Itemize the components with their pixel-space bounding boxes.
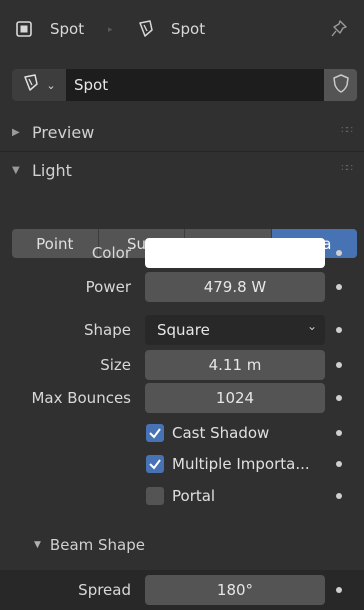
portal-label[interactable]: Portal xyxy=(172,485,215,507)
keyframe-dot-icon[interactable] xyxy=(336,284,342,290)
checkmark-icon xyxy=(149,459,161,470)
shape-value: Square xyxy=(157,321,210,339)
object-breadcrumb[interactable]: Spot xyxy=(16,18,84,40)
drag-grip-icon[interactable]: ∷∷ xyxy=(341,163,353,174)
subpanel-beam-shape-header[interactable]: ▼ Beam Shape xyxy=(0,527,364,563)
keyframe-dot-icon[interactable] xyxy=(336,327,342,333)
keyframe-dot-icon[interactable] xyxy=(336,461,342,467)
size-field[interactable]: 4.11 m xyxy=(145,350,325,380)
panel-preview-title: Preview xyxy=(32,122,95,142)
shape-dropdown[interactable]: Square ⌄ xyxy=(145,315,325,345)
power-label: Power xyxy=(85,278,131,296)
cast-shadow-label[interactable]: Cast Shadow xyxy=(172,422,269,444)
datablock-name-field[interactable]: Spot xyxy=(74,69,108,101)
shield-icon xyxy=(332,73,350,97)
keyframe-dot-icon[interactable] xyxy=(336,362,342,368)
panel-preview-header[interactable]: ▶ Preview xyxy=(0,114,364,150)
color-label: Color xyxy=(91,244,131,262)
spread-label: Spread xyxy=(78,581,131,599)
pin-icon[interactable] xyxy=(330,19,348,43)
expanded-triangle-icon: ▼ xyxy=(12,164,20,176)
object-name: Spot xyxy=(50,20,85,38)
subpanel-beam-shape-title: Beam Shape xyxy=(49,536,145,554)
drag-grip-icon[interactable]: ∷∷ xyxy=(341,125,353,136)
datablock-browse-button[interactable]: ⌄ xyxy=(12,69,66,101)
portal-checkbox[interactable] xyxy=(146,487,164,505)
keyframe-dot-icon[interactable] xyxy=(336,493,342,499)
max-bounces-field[interactable]: 1024 xyxy=(145,383,325,413)
breadcrumb-separator-icon: ▸ xyxy=(108,25,113,35)
color-swatch[interactable] xyxy=(145,238,325,268)
spot-light-icon xyxy=(22,73,42,97)
expanded-triangle-icon: ▼ xyxy=(34,540,41,550)
panel-light-title: Light xyxy=(32,160,72,180)
max-bounces-label: Max Bounces xyxy=(31,389,131,407)
keyframe-dot-icon[interactable] xyxy=(336,587,342,593)
chevron-down-icon: ⌄ xyxy=(306,319,317,333)
keyframe-dot-icon[interactable] xyxy=(336,250,342,256)
multiple-importance-label[interactable]: Multiple Importa... xyxy=(172,453,310,475)
shape-label: Shape xyxy=(84,321,131,339)
spot-light-icon xyxy=(137,19,157,39)
keyframe-dot-icon[interactable] xyxy=(336,430,342,436)
collapsed-triangle-icon: ▶ xyxy=(12,126,20,138)
checkmark-icon xyxy=(149,428,161,439)
fake-user-shield-button[interactable] xyxy=(324,69,357,101)
cast-shadow-checkbox[interactable] xyxy=(146,424,164,442)
object-icon xyxy=(16,21,32,37)
multiple-importance-checkbox[interactable] xyxy=(146,455,164,473)
keyframe-dot-icon[interactable] xyxy=(336,395,342,401)
light-data-name: Spot xyxy=(171,20,206,38)
size-label: Size xyxy=(100,356,131,374)
spread-field[interactable]: 180° xyxy=(145,575,325,605)
chevron-down-icon: ⌄ xyxy=(46,78,56,92)
panel-light-header[interactable]: ▼ Light xyxy=(0,152,364,188)
power-field[interactable]: 479.8 W xyxy=(145,272,325,302)
light-data-breadcrumb[interactable]: Spot xyxy=(137,18,205,40)
